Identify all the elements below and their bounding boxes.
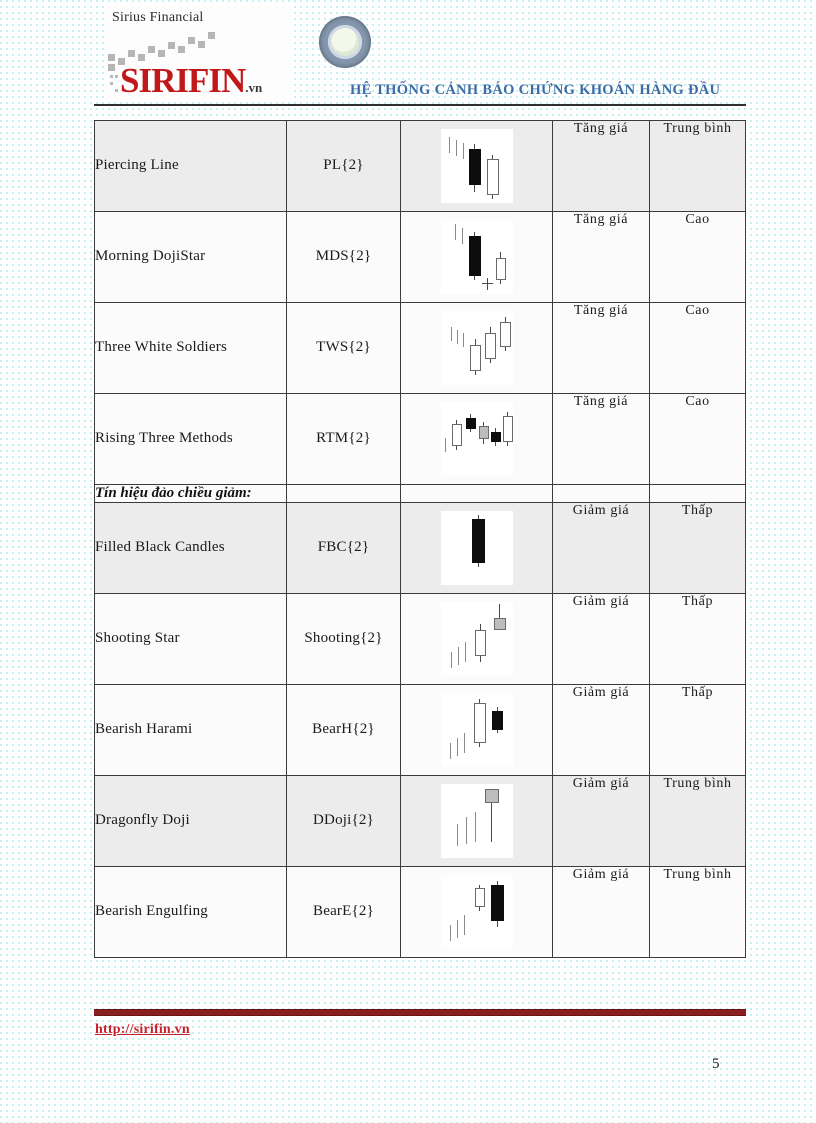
- chart-rising-three-methods: [440, 402, 513, 476]
- table-row: Bearish Harami BearH{2} Giảm giá Thấp: [94, 684, 746, 776]
- chart-dragonfly-doji: [440, 784, 513, 858]
- chart-piercing-line: [440, 129, 513, 203]
- cell-pattern-chart: [400, 502, 553, 594]
- cell-signal: Giảm giá: [552, 866, 650, 958]
- chart-morning-doji-star: [440, 220, 513, 294]
- logo-tld: .vn: [245, 80, 263, 95]
- cell-level: Thấp: [649, 502, 746, 594]
- cell-pattern-chart: [400, 775, 553, 867]
- cell-level: Cao: [649, 211, 746, 303]
- cell-pattern-chart: [400, 393, 553, 485]
- cell-pattern-name: Shooting Star: [94, 593, 287, 685]
- cell-pattern-code: PL{2}: [286, 120, 401, 212]
- cell-pattern-name: Bearish Harami: [94, 684, 287, 776]
- cell-level: Cao: [649, 393, 746, 485]
- table-section-row: Tín hiệu đảo chiều giảm:: [94, 484, 746, 503]
- cell-pattern-name: Dragonfly Doji: [94, 775, 287, 867]
- footer-divider: [94, 1009, 746, 1016]
- cell-level: Trung bình: [649, 866, 746, 958]
- cell-signal: Giảm giá: [552, 684, 650, 776]
- header-divider: [94, 104, 746, 106]
- table-body: Piercing Line PL{2} Tăng giá Trung bình: [94, 120, 746, 958]
- cell-pattern-chart: [400, 866, 553, 958]
- cell-pattern-code: MDS{2}: [286, 211, 401, 303]
- cell-pattern-code: FBC{2}: [286, 502, 401, 594]
- cell-signal: Giảm giá: [552, 775, 650, 867]
- cell-signal: Giảm giá: [552, 593, 650, 685]
- table-row: Dragonfly Doji DDoji{2} Giảm giá Trung b…: [94, 775, 746, 867]
- table-row: Rising Three Methods RTM{2} Tăng giá Cao: [94, 393, 746, 485]
- cell-signal: Tăng giá: [552, 120, 650, 212]
- chart-bearish-engulfing: [440, 875, 513, 949]
- section-header-label: Tín hiệu đảo chiều giảm:: [94, 484, 287, 503]
- page-number: 5: [712, 1056, 720, 1072]
- section-empty-cell: [400, 484, 553, 503]
- cell-pattern-code: Shooting{2}: [286, 593, 401, 685]
- cell-level: Thấp: [649, 593, 746, 685]
- cell-signal: Giảm giá: [552, 502, 650, 594]
- cell-signal: Tăng giá: [552, 393, 650, 485]
- cell-pattern-code: RTM{2}: [286, 393, 401, 485]
- section-empty-cell: [552, 484, 650, 503]
- section-empty-cell: [649, 484, 746, 503]
- table-row: Bearish Engulfing BearE{2} Giảm giá Trun…: [94, 866, 746, 958]
- table-row: Three White Soldiers TWS{2} Tăng giá Cao: [94, 302, 746, 394]
- footer-website-link[interactable]: http://sirifin.vn: [95, 1022, 190, 1038]
- logo-wordmark-text: SIRIFIN: [120, 61, 246, 100]
- cell-level: Thấp: [649, 684, 746, 776]
- document-page: Sirius Financial SIRIFIN.vn HỆ THỐNG CẢN…: [0, 0, 816, 1123]
- chart-filled-black-candles: [440, 511, 513, 585]
- logo-wordmark: SIRIFIN.vn: [110, 61, 263, 105]
- cell-pattern-name: Piercing Line: [94, 120, 287, 212]
- cell-level: Trung bình: [649, 120, 746, 212]
- table-row: Piercing Line PL{2} Tăng giá Trung bình: [94, 120, 746, 212]
- cell-level: Cao: [649, 302, 746, 394]
- section-empty-cell: [286, 484, 401, 503]
- sirifin-logo: Sirius Financial SIRIFIN.vn: [104, 6, 371, 100]
- logo-orb-icon: [319, 16, 371, 68]
- logo-dot-block: [110, 73, 119, 95]
- chart-shooting-star: [440, 602, 513, 676]
- cell-signal: Tăng giá: [552, 211, 650, 303]
- page-title: HỆ THỐNG CẢNH BÁO CHỨNG KHOÁN HÀNG ĐẦU: [350, 82, 721, 98]
- cell-pattern-chart: [400, 593, 553, 685]
- cell-pattern-name: Morning DojiStar: [94, 211, 287, 303]
- table-row: Filled Black Candles FBC{2} Giảm giá Thấ…: [94, 502, 746, 594]
- cell-pattern-code: TWS{2}: [286, 302, 401, 394]
- cell-pattern-code: BearH{2}: [286, 684, 401, 776]
- cell-pattern-chart: [400, 211, 553, 303]
- cell-pattern-code: DDoji{2}: [286, 775, 401, 867]
- page-header: Sirius Financial SIRIFIN.vn HỆ THỐNG CẢN…: [0, 0, 816, 112]
- cell-pattern-name: Filled Black Candles: [94, 502, 287, 594]
- chart-bearish-harami: [440, 693, 513, 767]
- cell-pattern-chart: [400, 302, 553, 394]
- cell-pattern-name: Bearish Engulfing: [94, 866, 287, 958]
- table-row: Morning DojiStar MDS{2} Tăng giá Cao: [94, 211, 746, 303]
- cell-level: Trung bình: [649, 775, 746, 867]
- cell-pattern-name: Rising Three Methods: [94, 393, 287, 485]
- table-row: Shooting Star Shooting{2} Giảm giá Thấp: [94, 593, 746, 685]
- candlestick-pattern-table: Piercing Line PL{2} Tăng giá Trung bình: [94, 120, 746, 958]
- cell-pattern-chart: [400, 684, 553, 776]
- cell-pattern-code: BearE{2}: [286, 866, 401, 958]
- cell-pattern-name: Three White Soldiers: [94, 302, 287, 394]
- cell-signal: Tăng giá: [552, 302, 650, 394]
- logo-tagline: Sirius Financial: [112, 10, 204, 25]
- chart-three-white-soldiers: [440, 311, 513, 385]
- cell-pattern-chart: [400, 120, 553, 212]
